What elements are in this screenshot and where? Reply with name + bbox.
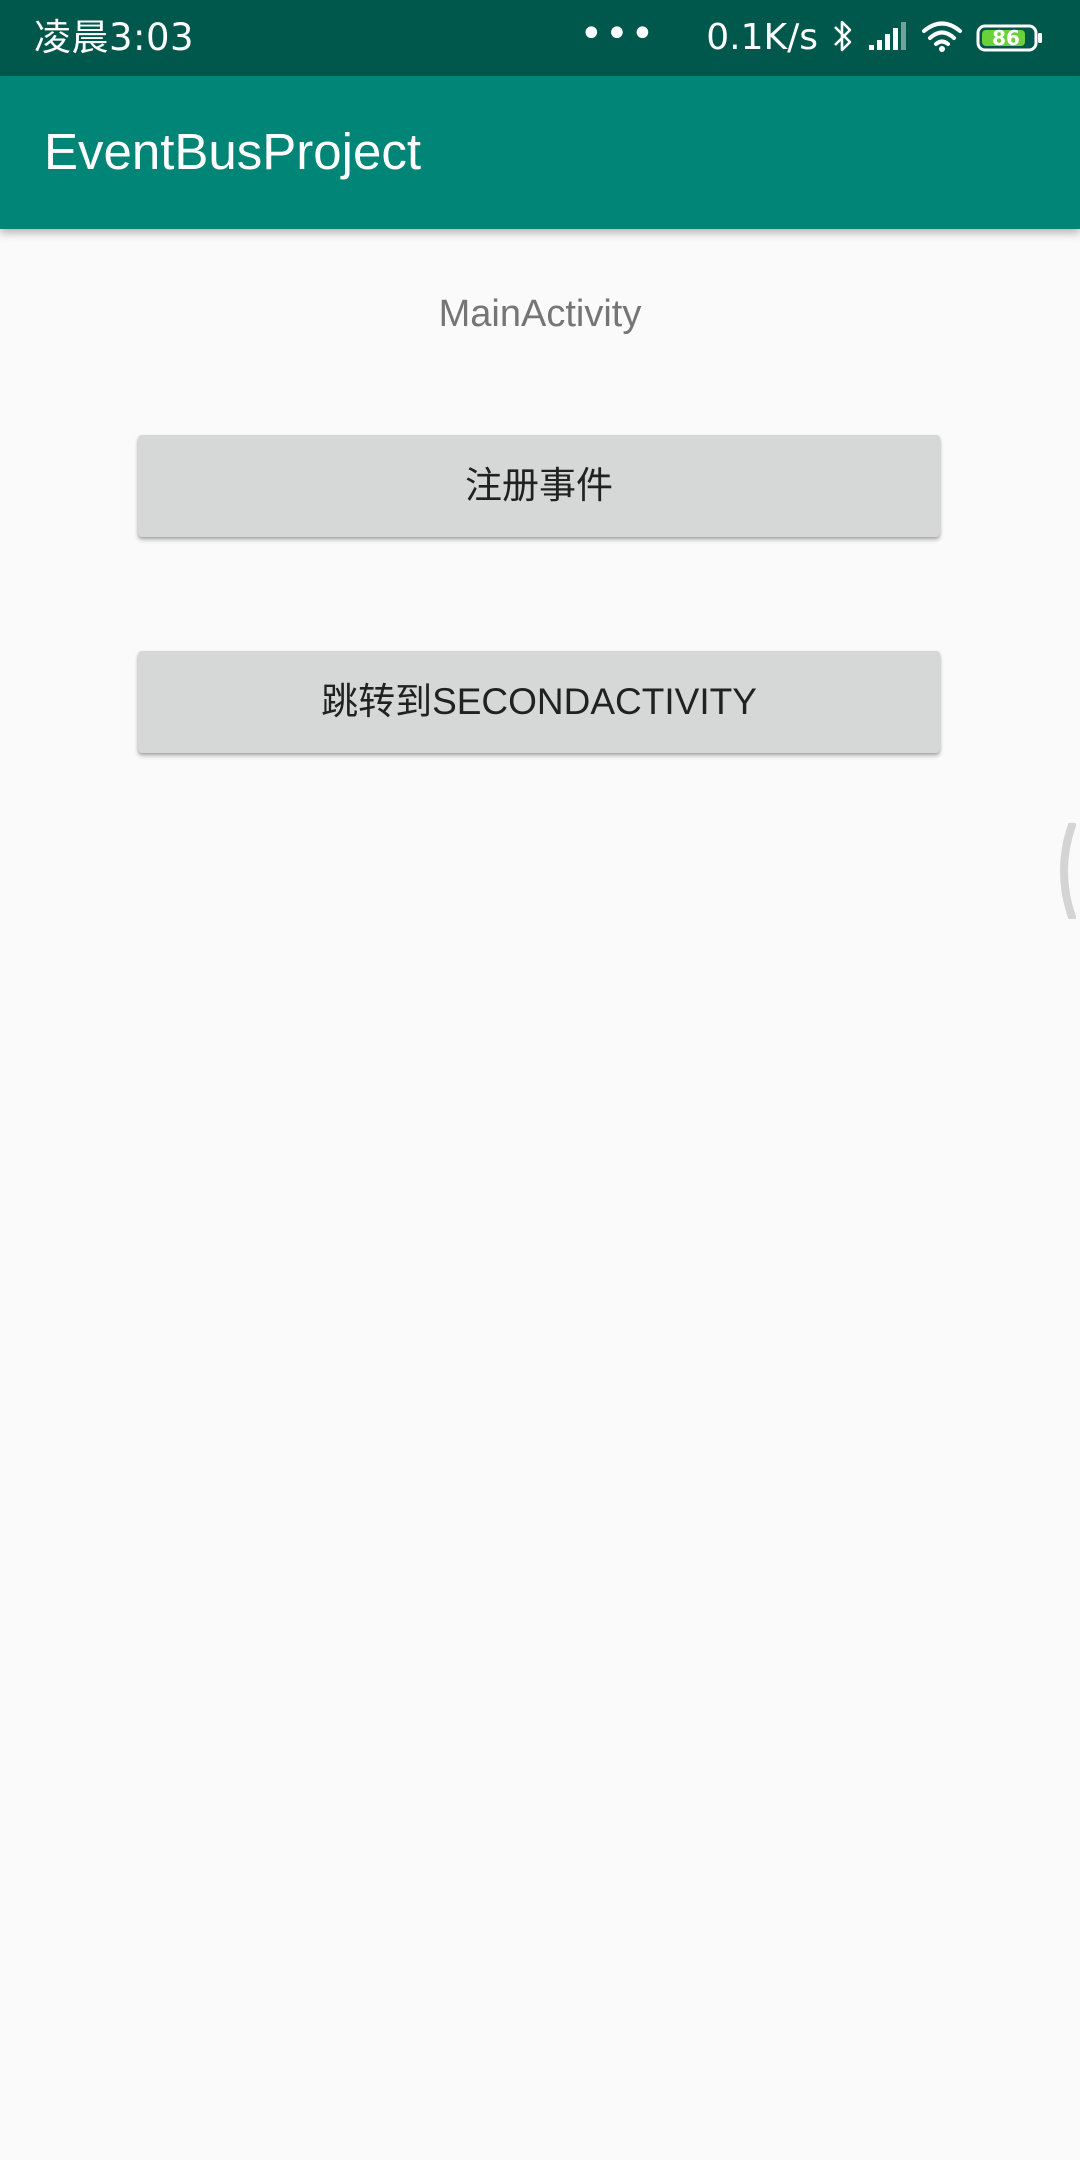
wifi-icon bbox=[922, 20, 962, 56]
app-title: EventBusProject bbox=[44, 123, 422, 180]
bluetooth-icon bbox=[832, 18, 854, 58]
activity-label: MainActivity bbox=[438, 293, 642, 335]
signal-icon bbox=[868, 21, 908, 55]
main-content: MainActivity 注册事件 跳转到SECONDACTIVITY bbox=[0, 229, 1080, 2160]
status-time: 凌晨3:03 bbox=[34, 16, 195, 59]
status-bar: 凌晨3:03 ••• 0.1K/s 86 bbox=[0, 0, 1080, 76]
app-bar: EventBusProject bbox=[0, 76, 1080, 229]
jump-to-second-activity-button[interactable]: 跳转到SECONDACTIVITY bbox=[138, 651, 940, 753]
battery-level: 86 bbox=[992, 26, 1020, 50]
battery-icon: 86 bbox=[976, 23, 1044, 53]
network-speed: 0.1K/s bbox=[706, 17, 818, 58]
edge-gesture-handle[interactable] bbox=[1054, 821, 1080, 921]
status-icons: ••• 0.1K/s 86 bbox=[565, 11, 1044, 62]
more-dots-icon: ••• bbox=[579, 11, 657, 57]
register-event-button[interactable]: 注册事件 bbox=[138, 435, 940, 537]
